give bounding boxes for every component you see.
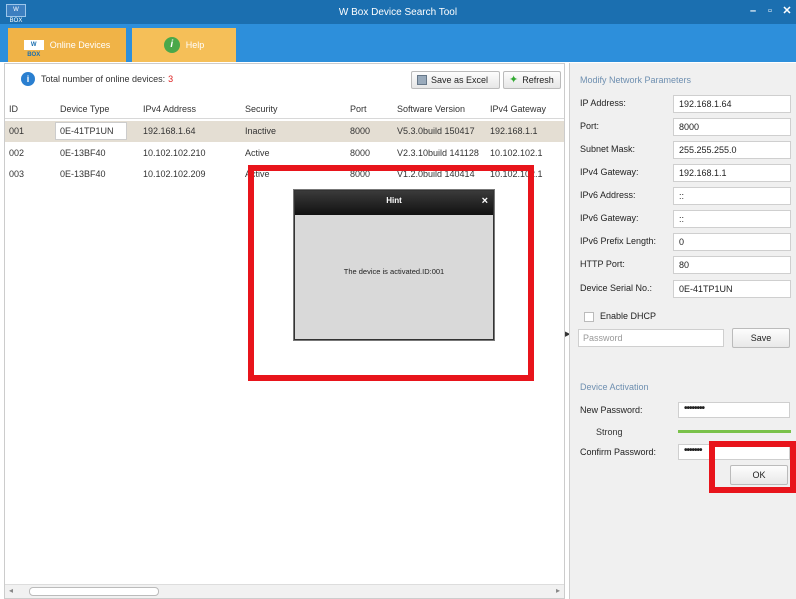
column-header-device-type[interactable]: Device Type — [60, 104, 109, 114]
cell-id: 002 — [9, 148, 25, 158]
settings-panel: Modify Network Parameters IP Address: 19… — [569, 63, 796, 599]
minimize-button[interactable]: – — [746, 3, 760, 19]
port-label: Port: — [580, 121, 600, 131]
cell-port: 8000 — [350, 148, 371, 158]
tab-online-devices[interactable]: W BOX Online Devices — [8, 28, 126, 62]
window-controls: – ▫ ✕ — [746, 3, 794, 19]
cell-ipv4-address: 10.102.102.209 — [143, 169, 206, 179]
http-port-label: HTTP Port: — [580, 259, 625, 269]
ipv4-gateway-field[interactable]: 192.168.1.1 — [673, 164, 791, 182]
app-logo: W BOX — [6, 4, 26, 24]
refresh-icon: ✦ — [509, 74, 519, 86]
dhcp-label: Enable DHCP — [600, 311, 657, 321]
save-as-excel-label: Save as Excel — [431, 75, 489, 85]
ipv6-gateway-label: IPv6 Gateway: — [580, 213, 639, 223]
cell-software-version: V2.3.10build 141128 — [397, 148, 479, 158]
admin-password-input[interactable]: Password — [578, 329, 724, 347]
cell-device-type: 0E-13BF40 — [60, 169, 106, 179]
device-count: 3 — [168, 74, 174, 84]
column-header-security[interactable]: Security — [245, 104, 278, 114]
excel-icon — [417, 75, 427, 85]
subnet-mask-label: Subnet Mask: — [580, 144, 636, 154]
cell-ipv4-gateway: 192.168.1.1 — [490, 126, 538, 136]
password-strength-label: Strong — [596, 427, 623, 437]
subnet-mask-field[interactable]: 255.255.255.0 — [673, 141, 791, 159]
highlight-box-ok-button — [709, 441, 796, 493]
refresh-label: Refresh — [522, 75, 554, 85]
device-activation-title: Device Activation — [580, 382, 649, 392]
cell-ipv4-gateway: 10.102.102.1 — [490, 148, 543, 158]
http-port-field[interactable]: 80 — [673, 256, 791, 274]
cell-port: 8000 — [350, 126, 371, 136]
cell-security: Active — [245, 148, 270, 158]
tab-help-label: Help — [185, 40, 205, 50]
maximize-button[interactable]: ▫ — [763, 3, 777, 19]
tab-online-devices-label: Online Devices — [49, 40, 111, 50]
column-header-ipv4-gateway[interactable]: IPv4 Gateway — [490, 104, 546, 114]
ipv6-gateway-field[interactable]: :: — [673, 210, 791, 228]
cell-ipv4-address: 10.102.102.210 — [143, 148, 206, 158]
network-parameters-title: Modify Network Parameters — [580, 75, 692, 85]
toolbar: W BOX Online Devices i Help — [0, 24, 796, 62]
cell-id: 001 — [9, 126, 25, 136]
confirm-password-label: Confirm Password: — [580, 447, 657, 457]
ipv6-address-label: IPv6 Address: — [580, 190, 636, 200]
scrollbar-thumb[interactable] — [29, 587, 159, 596]
ipv4-gateway-label: IPv4 Gateway: — [580, 167, 639, 177]
info-icon: i — [21, 72, 35, 86]
ip-address-field[interactable]: 192.168.1.64 — [673, 95, 791, 113]
password-strength-bar — [678, 430, 791, 433]
save-button[interactable]: Save — [732, 328, 790, 348]
summary-label: Total number of online devices: — [41, 74, 166, 84]
cell-ipv4-address: 192.168.1.64 — [143, 126, 196, 136]
cell-software-version: V5.3.0build 150417 — [397, 126, 475, 136]
ipv6-prefix-label: IPv6 Prefix Length: — [580, 236, 657, 246]
cell-id: 003 — [9, 169, 25, 179]
cell-security: Inactive — [245, 126, 277, 136]
column-header-ipv4-address[interactable]: IPv4 Address — [143, 104, 196, 114]
serial-number-label: Device Serial No.: — [580, 283, 653, 293]
port-field[interactable]: 8000 — [673, 118, 791, 136]
serial-number-field[interactable]: 0E-41TP1UN — [673, 280, 791, 298]
highlight-box-dialog — [248, 165, 534, 381]
ipv6-address-field[interactable]: :: — [673, 187, 791, 205]
column-header-id[interactable]: ID — [9, 104, 18, 114]
cell-device-type: 0E-41TP1UN — [60, 126, 114, 136]
help-icon: i — [163, 37, 180, 53]
scroll-right-icon[interactable]: ▸ — [556, 586, 560, 595]
window-title: W Box Device Search Tool — [338, 6, 458, 18]
refresh-button[interactable]: ✦ Refresh — [503, 71, 561, 89]
dhcp-checkbox[interactable] — [584, 312, 594, 322]
new-password-label: New Password: — [580, 405, 643, 415]
new-password-input[interactable]: •••••••• — [678, 402, 790, 418]
tab-help[interactable]: i Help — [132, 28, 236, 62]
scroll-left-icon[interactable]: ◂ — [9, 586, 13, 595]
title-bar: W BOX W Box Device Search Tool – ▫ ✕ — [0, 0, 796, 24]
close-button[interactable]: ✕ — [780, 3, 794, 19]
table-row[interactable]: 002 0E-13BF40 10.102.102.210 Active 8000… — [5, 143, 564, 164]
ipv6-prefix-field[interactable]: 0 — [673, 233, 791, 251]
horizontal-scrollbar[interactable]: ◂ ▸ — [5, 584, 564, 598]
table-row[interactable]: 001 0E-41TP1UN 192.168.1.64 Inactive 800… — [5, 121, 564, 142]
column-header-software-version[interactable]: Software Version — [397, 104, 465, 114]
ip-address-label: IP Address: — [580, 98, 626, 108]
column-header-port[interactable]: Port — [350, 104, 367, 114]
cell-device-type: 0E-13BF40 — [60, 148, 106, 158]
save-as-excel-button[interactable]: Save as Excel — [411, 71, 500, 89]
wbox-logo-icon: W BOX — [23, 40, 44, 58]
table-header: ID Device Type IPv4 Address Security Por… — [5, 97, 564, 119]
